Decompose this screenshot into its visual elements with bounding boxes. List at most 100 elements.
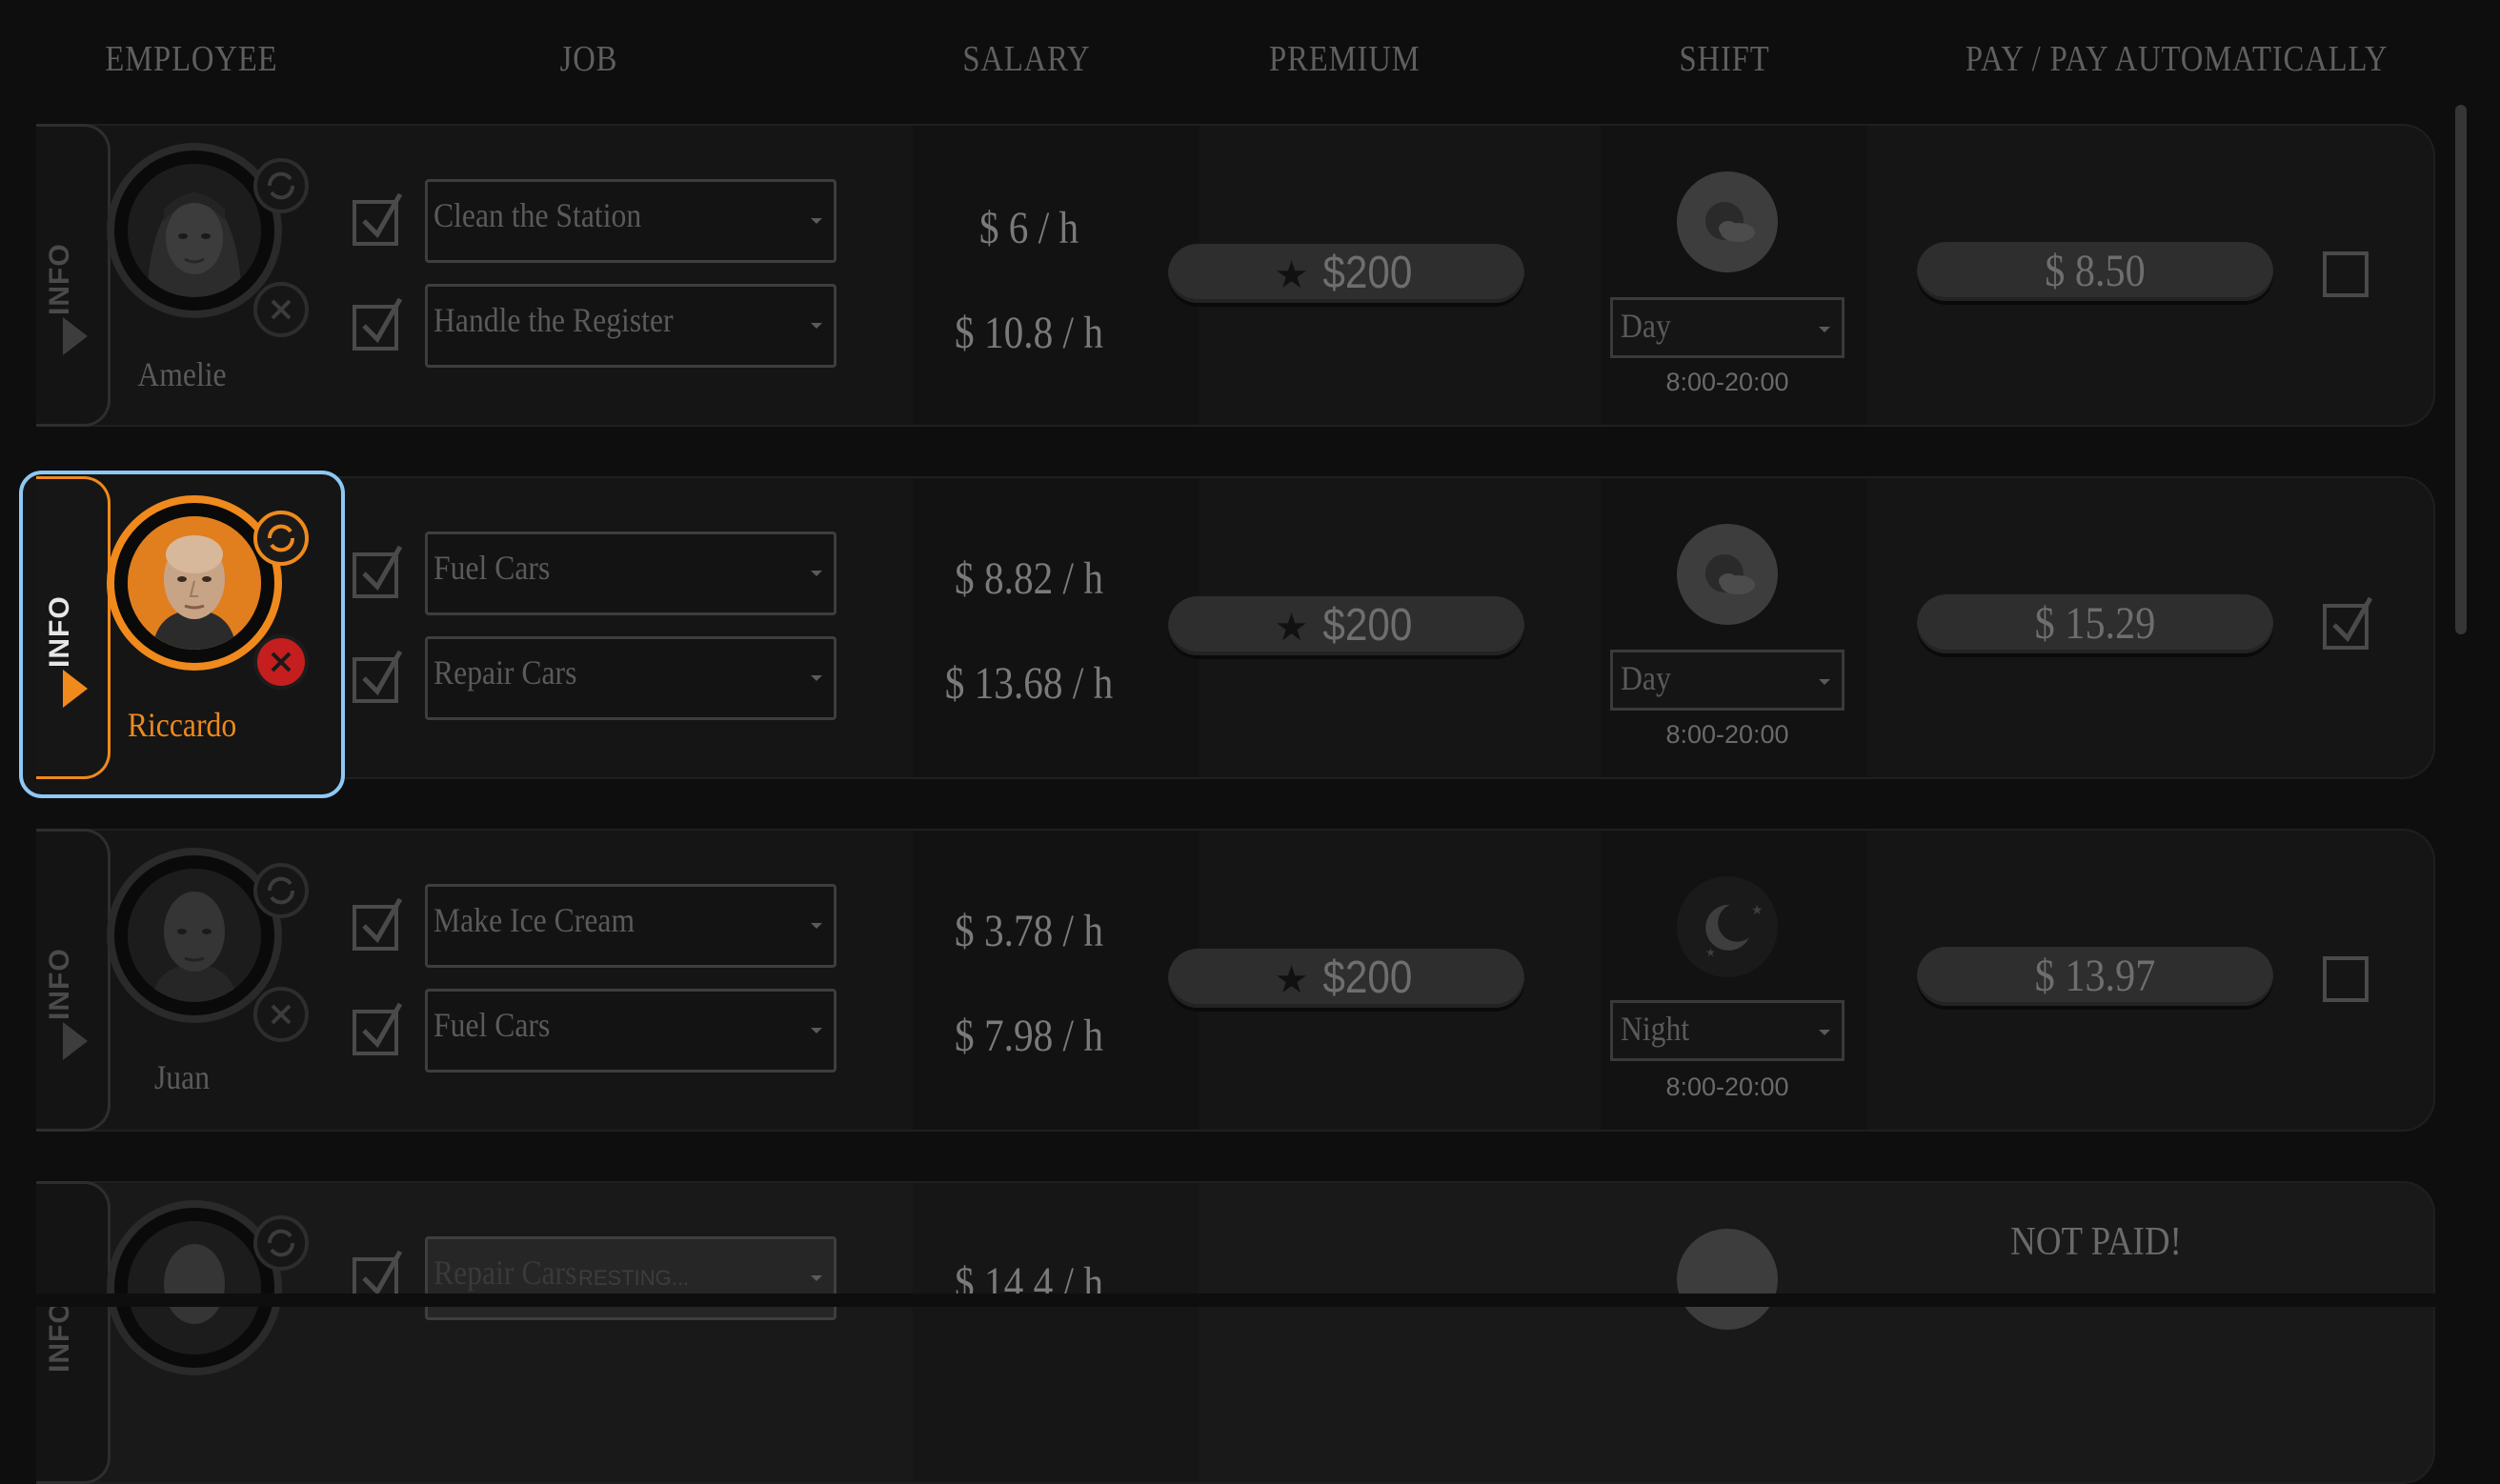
scrollbar[interactable] (2455, 105, 2467, 634)
avatar[interactable] (107, 143, 282, 318)
refresh-icon (267, 1229, 295, 1257)
play-arrow-icon (63, 1022, 88, 1060)
pay-button[interactable]: $ 13.97 (1917, 947, 2273, 1006)
info-tab[interactable]: INFO (36, 1181, 111, 1484)
refresh-icon (267, 876, 295, 905)
reassign-button[interactable] (253, 863, 309, 918)
job-status: RESTING... (578, 1266, 690, 1290)
chevron-down-icon (811, 1028, 822, 1033)
chevron-down-icon (811, 323, 822, 329)
salary-job-2: $ 13.68 / h (944, 658, 1114, 709)
avatar[interactable] (107, 1200, 282, 1375)
checkmark-icon (362, 650, 402, 696)
pay-automatically-checkbox[interactable] (2323, 596, 2372, 650)
job-2-select[interactable]: Fuel Cars (425, 989, 837, 1073)
pay-automatically-checkbox[interactable] (2323, 956, 2369, 1002)
star-icon: ★ (1274, 254, 1309, 296)
employee-portrait (128, 869, 261, 1002)
salary-column-shade (913, 126, 1199, 425)
job-2-select[interactable]: Repair Cars (425, 636, 837, 720)
avatar[interactable] (107, 495, 282, 671)
reassign-button[interactable] (253, 511, 309, 566)
employee-name: Juan (153, 1058, 211, 1096)
close-icon (271, 299, 292, 320)
night-moon-stars-icon: ★ ★ (1677, 876, 1778, 977)
shift-select[interactable]: Day (1610, 650, 1845, 711)
info-tab[interactable]: INFO (36, 124, 111, 427)
pay-button[interactable]: $ 8.50 (1917, 242, 2273, 301)
pay-button[interactable]: $ 15.29 (1917, 594, 2273, 653)
employee-portrait (128, 516, 261, 650)
checkmark-icon (362, 1002, 402, 1049)
chevron-down-icon (811, 571, 822, 576)
job-1-select[interactable]: Clean the Station (425, 179, 837, 263)
play-arrow-icon (63, 670, 88, 708)
job-1-select[interactable]: Make Ice Cream (425, 884, 837, 968)
employee-name: Amelie (137, 355, 227, 393)
chevron-down-icon (811, 218, 822, 224)
shift-hours: 8:00-20:00 (1665, 368, 1789, 396)
job-2-checkbox[interactable] (353, 650, 402, 703)
chevron-down-icon (811, 675, 822, 681)
fire-button[interactable] (253, 282, 309, 337)
info-tab[interactable]: INFO (36, 476, 111, 779)
salary-job-1: $ 3.78 / h (955, 906, 1103, 956)
checkmark-icon (362, 297, 402, 344)
checkmark-icon (362, 192, 402, 239)
header-job: JOB (559, 39, 618, 79)
employee-portrait (128, 1221, 261, 1354)
pay-automatically-checkbox[interactable] (2323, 251, 2369, 297)
salary-job-2: $ 7.98 / h (955, 1011, 1103, 1061)
job-2-checkbox[interactable] (353, 297, 402, 351)
not-paid-status: NOT PAID! (2010, 1220, 2182, 1264)
day-moon-cloud-icon (1677, 171, 1778, 272)
shift-select[interactable]: Day (1610, 297, 1845, 358)
shift-select[interactable]: Night (1610, 1000, 1845, 1061)
header-employee: EMPLOYEE (105, 39, 278, 79)
header-pay: PAY / PAY AUTOMATICALLY (1965, 39, 2389, 79)
salary-job-1: $ 6 / h (978, 203, 1079, 253)
job-2-select[interactable]: Handle the Register (425, 284, 837, 368)
salary-column-shade (913, 1183, 1199, 1482)
premium-button[interactable]: ★ $200 (1168, 949, 1524, 1008)
header-premium: PREMIUM (1269, 39, 1421, 79)
checkmark-icon (362, 897, 402, 944)
checkmark-icon (2332, 596, 2372, 643)
salary-job-2: $ 10.8 / h (955, 308, 1103, 358)
employee-portrait (128, 164, 261, 297)
refresh-icon (267, 524, 295, 552)
chevron-down-icon (811, 923, 822, 929)
job-1-checkbox[interactable] (353, 897, 402, 951)
bottom-edge (0, 1293, 2500, 1307)
header-shift: SHIFT (1679, 39, 1770, 79)
salary-column-shade (913, 478, 1199, 777)
employee-name: Riccardo (127, 706, 237, 744)
info-label: INFO (44, 243, 75, 315)
premium-button[interactable]: ★ $200 (1168, 244, 1524, 303)
job-1-select[interactable]: Fuel Cars (425, 531, 837, 615)
fire-button[interactable] (253, 987, 309, 1042)
avatar[interactable] (107, 848, 282, 1023)
fire-button[interactable] (253, 634, 309, 690)
info-label: INFO (44, 595, 75, 668)
job-2-checkbox[interactable] (353, 1002, 402, 1055)
close-icon (271, 652, 292, 672)
job-1-select[interactable]: Repair Cars RESTING... (425, 1236, 837, 1320)
star-icon: ★ (1274, 959, 1309, 1001)
info-tab[interactable]: INFO (36, 829, 111, 1132)
day-moon-cloud-icon (1677, 1229, 1778, 1330)
reassign-button[interactable] (253, 1215, 309, 1271)
premium-button[interactable]: ★ $200 (1168, 596, 1524, 655)
reassign-button[interactable] (253, 158, 309, 213)
svg-text:★: ★ (1705, 946, 1716, 959)
shift-hours: 8:00-20:00 (1665, 720, 1789, 749)
job-1-checkbox[interactable] (353, 545, 402, 598)
checkmark-icon (362, 545, 402, 592)
chevron-down-icon (1819, 679, 1830, 685)
play-arrow-icon (63, 317, 88, 355)
header-salary: SALARY (962, 39, 1091, 79)
chevron-down-icon (1819, 327, 1830, 332)
job-1-checkbox[interactable] (353, 192, 402, 246)
salary-job-1: $ 8.82 / h (955, 553, 1103, 604)
day-moon-cloud-icon (1677, 524, 1778, 625)
